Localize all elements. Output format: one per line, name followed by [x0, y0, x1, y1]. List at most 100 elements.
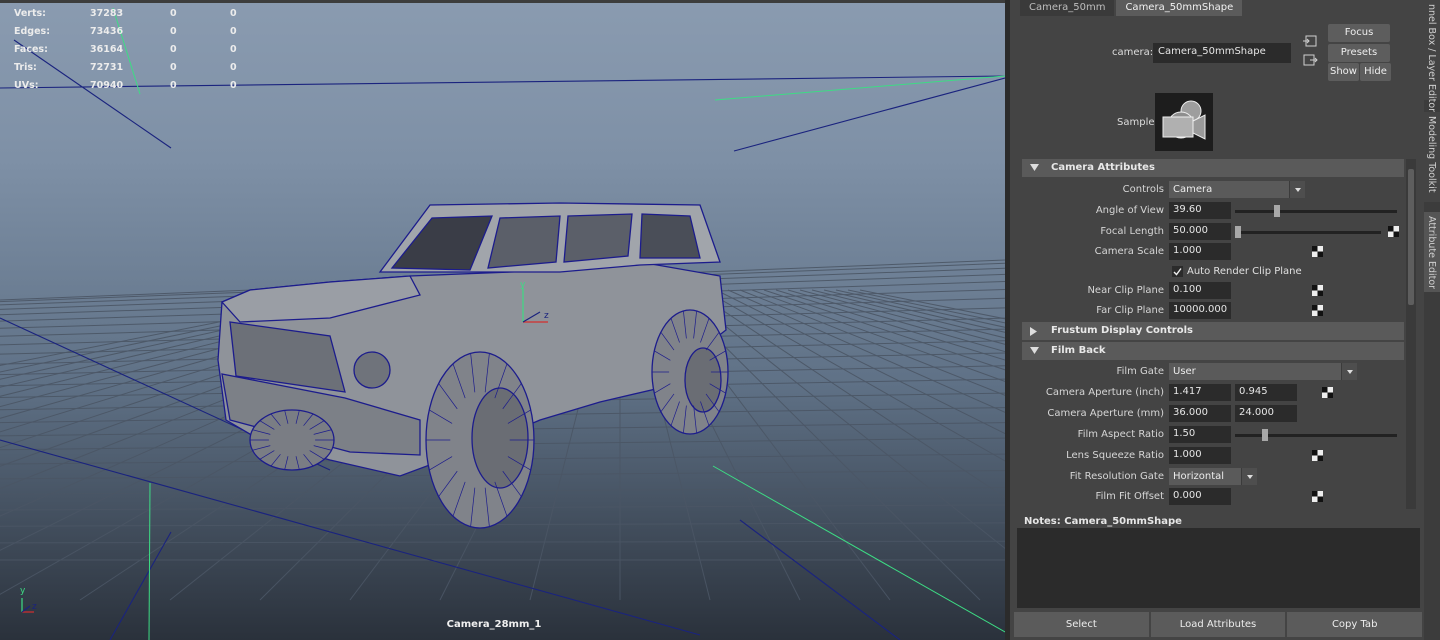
tab-modeling-toolkit[interactable]: Modeling Toolkit: [1424, 112, 1440, 202]
camera-scale-label: Camera Scale: [1094, 246, 1164, 257]
load-attributes-button[interactable]: Load Attributes: [1150, 612, 1286, 637]
pivot-z-label: z: [544, 311, 549, 321]
checker-map-icon[interactable]: [1312, 305, 1323, 316]
viewport-camera-name: Camera_28mm_1: [446, 619, 542, 630]
fit-gate-row: Fit Resolution Gate Horizontal: [1022, 467, 1404, 487]
hud-selected: 0: [170, 79, 177, 91]
film-gate-dropdown[interactable]: User: [1169, 363, 1357, 380]
angle-of-view-slider[interactable]: [1235, 210, 1397, 213]
aperture-mm-width-field[interactable]: 36.000: [1169, 405, 1231, 422]
aperture-inch-height-field[interactable]: 0.945: [1235, 384, 1297, 401]
presets-button[interactable]: Presets: [1328, 44, 1390, 62]
3d-viewport[interactable]: y z Verts: 37283 0 0 Edges: 73436 0 0 Fa…: [0, 0, 1005, 640]
bottom-button-bar: Select Load Attributes Copy Tab: [1014, 612, 1424, 637]
chevron-down-icon: [1241, 468, 1257, 485]
angle-of-view-label: Angle of View: [1095, 205, 1164, 216]
auto-render-clip-checkbox[interactable]: [1172, 266, 1183, 277]
film-aspect-slider-thumb[interactable]: [1261, 429, 1268, 441]
checker-map-icon[interactable]: [1312, 246, 1323, 257]
fit-gate-dropdown[interactable]: Horizontal: [1169, 468, 1257, 485]
attribute-editor: Camera_50mm Camera_50mmShape camera: Cam…: [1010, 0, 1424, 640]
film-gate-label: Film Gate: [1116, 366, 1164, 377]
hud-value: 73436: [90, 25, 124, 37]
near-clip-field[interactable]: 0.100: [1169, 282, 1231, 299]
near-clip-label: Near Clip Plane: [1087, 285, 1164, 296]
hide-button[interactable]: Hide: [1360, 63, 1391, 81]
film-aspect-label: Film Aspect Ratio: [1077, 429, 1164, 440]
far-clip-label: Far Clip Plane: [1096, 305, 1164, 316]
focal-length-field[interactable]: 50.000: [1169, 223, 1231, 240]
attribute-scrollbar[interactable]: [1406, 159, 1416, 509]
film-aspect-slider[interactable]: [1235, 434, 1397, 437]
chevron-down-icon: [1341, 363, 1357, 380]
checker-map-icon[interactable]: [1312, 285, 1323, 296]
section-title: Camera Attributes: [1051, 162, 1155, 173]
checkmark-icon: [1173, 268, 1182, 276]
section-title: Film Back: [1051, 345, 1106, 356]
focal-length-slider[interactable]: [1235, 231, 1381, 234]
notes-textarea[interactable]: [1017, 528, 1420, 608]
copy-tab-button[interactable]: Copy Tab: [1287, 612, 1423, 637]
controls-dropdown[interactable]: Camera: [1169, 181, 1305, 198]
hud-label: Faces:: [14, 43, 48, 55]
aperture-inch-row: Camera Aperture (inch) 1.417 0.945: [1022, 383, 1404, 403]
hud-value: 70940: [90, 79, 124, 91]
aperture-mm-height-field[interactable]: 24.000: [1235, 405, 1297, 422]
tab-attribute-editor[interactable]: Attribute Editor: [1424, 212, 1440, 292]
film-aspect-field[interactable]: 1.50: [1169, 426, 1231, 443]
hud-row-tris: Tris: 72731 0 0: [14, 58, 290, 76]
section-film-back[interactable]: Film Back: [1022, 342, 1404, 360]
far-clip-field[interactable]: 10000.000: [1169, 302, 1231, 319]
checker-map-icon[interactable]: [1312, 450, 1323, 461]
hud-row-uvs: UVs: 70940 0 0: [14, 76, 290, 94]
focal-length-slider-thumb[interactable]: [1235, 226, 1241, 238]
hud-row-faces: Faces: 36164 0 0: [14, 40, 290, 58]
hud-triangles: 0: [230, 79, 237, 91]
scrollbar-thumb[interactable]: [1408, 169, 1414, 305]
show-button[interactable]: Show: [1328, 63, 1359, 81]
hud-row-edges: Edges: 73436 0 0: [14, 22, 290, 40]
section-frustum-display[interactable]: Frustum Display Controls: [1022, 322, 1404, 340]
fit-gate-label: Fit Resolution Gate: [1069, 471, 1164, 482]
hud-label: Edges:: [14, 25, 50, 37]
camera-node-label: camera:: [1112, 47, 1154, 58]
hud-selected: 0: [170, 25, 177, 37]
notes-label: Notes: Camera_50mmShape: [1024, 516, 1182, 527]
input-connection-icon[interactable]: [1302, 34, 1318, 48]
tab-camera-transform[interactable]: Camera_50mm: [1020, 0, 1115, 16]
tab-camera-shape[interactable]: Camera_50mmShape: [1116, 0, 1243, 16]
lens-squeeze-label: Lens Squeeze Ratio: [1066, 450, 1164, 461]
hud-value: 37283: [90, 7, 124, 19]
hud-selected: 0: [170, 7, 177, 19]
focus-button[interactable]: Focus: [1328, 24, 1390, 42]
camera-scale-field[interactable]: 1.000: [1169, 243, 1231, 260]
section-camera-attributes[interactable]: Camera Attributes: [1022, 159, 1404, 177]
checker-map-icon[interactable]: [1322, 387, 1333, 398]
checker-map-icon[interactable]: [1312, 491, 1323, 502]
checker-map-icon[interactable]: [1388, 226, 1399, 237]
camera-scale-row: Camera Scale 1.000: [1022, 242, 1404, 262]
fit-gate-value: Horizontal: [1173, 471, 1225, 482]
lens-squeeze-field[interactable]: 1.000: [1169, 447, 1231, 464]
camera-node-field[interactable]: Camera_50mmShape: [1153, 43, 1291, 63]
attribute-list: Camera Attributes Controls Camera Angle …: [1022, 159, 1404, 509]
aperture-mm-label: Camera Aperture (mm): [1047, 408, 1164, 419]
focal-length-label: Focal Length: [1100, 226, 1164, 237]
fit-offset-field[interactable]: 0.000: [1169, 488, 1231, 505]
controls-value: Camera: [1173, 184, 1213, 195]
output-connection-icon[interactable]: [1302, 53, 1318, 67]
focal-length-row: Focal Length 50.000: [1022, 222, 1404, 242]
film-aspect-row: Film Aspect Ratio 1.50: [1022, 425, 1404, 445]
lens-squeeze-row: Lens Squeeze Ratio 1.000: [1022, 446, 1404, 466]
tab-channel-box[interactable]: nnel Box / Layer Editor: [1424, 0, 1440, 112]
aperture-inch-width-field[interactable]: 1.417: [1169, 384, 1231, 401]
collapse-triangle-icon: [1030, 164, 1039, 171]
angle-of-view-slider-thumb[interactable]: [1274, 205, 1280, 217]
hud-triangles: 0: [230, 61, 237, 73]
select-button[interactable]: Select: [1014, 612, 1149, 637]
tab-label: nnel Box / Layer Editor: [1426, 4, 1437, 113]
hud-triangles: 0: [230, 7, 237, 19]
chevron-down-icon: [1289, 181, 1305, 198]
angle-of-view-field[interactable]: 39.60: [1169, 202, 1231, 219]
fit-offset-label: Film Fit Offset: [1095, 491, 1164, 502]
